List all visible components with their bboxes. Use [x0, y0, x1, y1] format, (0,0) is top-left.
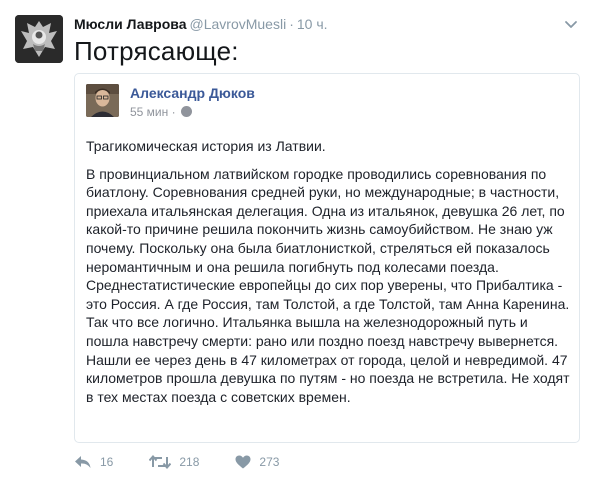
retweet-count: 218	[179, 455, 200, 469]
reply-count: 16	[100, 455, 114, 469]
time-separator: ·	[289, 16, 294, 32]
embedded-post-time[interactable]: 55 мин	[130, 105, 168, 119]
author-handle[interactable]: @LavrovMuesli	[190, 16, 287, 32]
author-avatar[interactable]	[15, 15, 63, 63]
reply-icon	[75, 456, 91, 468]
person-photo-icon	[86, 84, 119, 117]
tweet-timestamp[interactable]: 10 ч.	[297, 16, 328, 32]
chevron-down-icon[interactable]	[563, 16, 579, 32]
like-button[interactable]: 273	[235, 455, 279, 469]
embedded-post-paragraph: Трагикомическая история из Латвии.	[86, 138, 326, 154]
heart-icon	[235, 455, 251, 469]
eagle-emblem-icon	[15, 15, 63, 63]
embedded-post-body: Трагикомическая история из Латвии. В про…	[86, 137, 574, 415]
embedded-author-avatar[interactable]	[86, 84, 119, 117]
globe-icon	[180, 106, 192, 117]
retweet-icon	[149, 455, 172, 469]
embedded-post-paragraph: В провинциальном латвийском городке пров…	[86, 165, 570, 405]
embedded-facebook-post[interactable]: Александр Дюков 55 мин · Трагикомическая…	[74, 73, 580, 443]
tweet-header: Мюсли Лаврова @LavrovMuesli · 10 ч.	[74, 15, 328, 33]
like-count: 273	[259, 455, 280, 469]
tweet-text: Потрясающе:	[74, 36, 239, 66]
embedded-post-separator: ·	[171, 105, 176, 119]
tweet: Мюсли Лаврова @LavrovMuesli · 10 ч. Потряса…	[0, 0, 597, 481]
reply-button[interactable]: 16	[74, 455, 113, 469]
embedded-post-meta: 55 мин ·	[130, 105, 192, 119]
embedded-author-name[interactable]: Александр Дюков	[130, 85, 255, 101]
author-name[interactable]: Мюсли Лаврова	[74, 16, 187, 32]
tweet-actions: 16 218 273	[74, 455, 315, 469]
retweet-button[interactable]: 218	[149, 455, 199, 469]
